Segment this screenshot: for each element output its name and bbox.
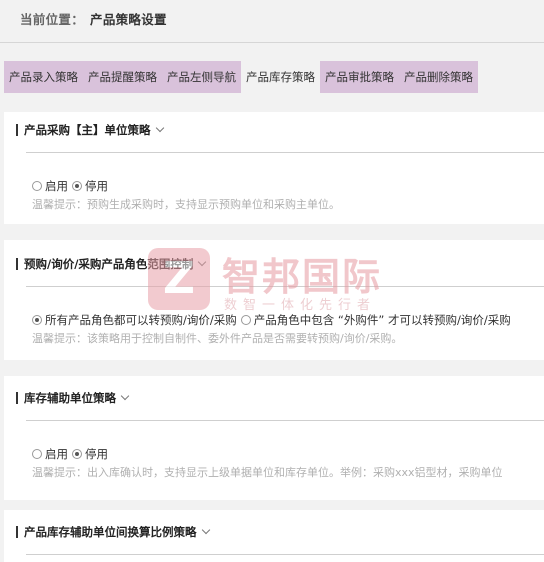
- section-title[interactable]: 产品库存辅助单位间换算比例策略: [16, 524, 210, 540]
- section-divider: [26, 152, 544, 153]
- breadcrumb-label: 当前位置：: [20, 12, 85, 27]
- watermark: 智邦国际 数智一体化先行者: [148, 246, 408, 316]
- tab-product-reminder[interactable]: 产品提醒策略: [83, 61, 162, 93]
- section-purchase-main-unit: 产品采购【主】单位策略 启用 停用 温馨提示：预购生成采购时，支持显示预购单位和…: [4, 112, 544, 224]
- chevron-down-icon[interactable]: [201, 525, 210, 535]
- tab-product-entry[interactable]: 产品录入策略: [4, 61, 83, 93]
- chevron-down-icon[interactable]: [155, 123, 164, 133]
- section-title[interactable]: 库存辅助单位策略: [16, 390, 130, 406]
- hint-text: 温馨提示：出入库确认时，支持显示上级单据单位和库存单位。举例：采购xxx铝型材，…: [32, 466, 503, 479]
- radio-on-icon[interactable]: [72, 449, 82, 459]
- tab-left-navigation[interactable]: 产品左侧导航: [162, 61, 241, 93]
- header-divider: [0, 42, 544, 43]
- section-inventory-aux-unit: 库存辅助单位策略 启用 停用 温馨提示：出入库确认时，支持显示上级单据单位和库存…: [4, 376, 544, 500]
- radio-group: 启用 停用: [32, 446, 112, 462]
- section-divider: [26, 554, 544, 555]
- breadcrumb: 当前位置： 产品策略设置: [20, 9, 167, 28]
- watermark-slogan: 数智一体化先行者: [224, 298, 377, 313]
- watermark-name: 智邦国际: [222, 255, 383, 299]
- section-aux-unit-conversion: 产品库存辅助单位间换算比例策略: [4, 510, 544, 562]
- page-header: 当前位置： 产品策略设置: [0, 0, 544, 42]
- section-title[interactable]: 产品采购【主】单位策略: [16, 122, 164, 138]
- radio-off-icon[interactable]: [32, 449, 42, 459]
- tab-product-delete[interactable]: 产品删除策略: [399, 61, 478, 93]
- radio-enable[interactable]: 启用: [32, 178, 68, 194]
- tab-product-approval[interactable]: 产品审批策略: [320, 61, 399, 93]
- radio-off-icon[interactable]: [240, 315, 251, 325]
- strategy-tabs: 产品录入策略 产品提醒策略 产品左侧导航 产品库存策略 产品审批策略 产品删除策…: [4, 61, 478, 93]
- tab-product-inventory[interactable]: 产品库存策略: [241, 61, 320, 93]
- breadcrumb-current: 产品策略设置: [90, 12, 167, 27]
- radio-disable[interactable]: 停用: [72, 178, 108, 194]
- section-divider: [26, 420, 544, 421]
- radio-group: 启用 停用: [32, 178, 112, 194]
- hint-text: 温馨提示：该策略用于控制自制件、委外件产品是否需要转预购/询价/采购。: [32, 332, 403, 345]
- radio-on-icon[interactable]: [32, 315, 42, 325]
- logo-icon: [148, 248, 210, 310]
- chevron-down-icon[interactable]: [120, 391, 130, 401]
- radio-off-icon[interactable]: [32, 181, 42, 191]
- radio-on-icon[interactable]: [72, 181, 82, 191]
- hint-text: 温馨提示：预购生成采购时，支持显示预购单位和采购主单位。: [32, 198, 340, 211]
- radio-disable[interactable]: 停用: [72, 446, 108, 462]
- radio-enable[interactable]: 启用: [32, 446, 68, 462]
